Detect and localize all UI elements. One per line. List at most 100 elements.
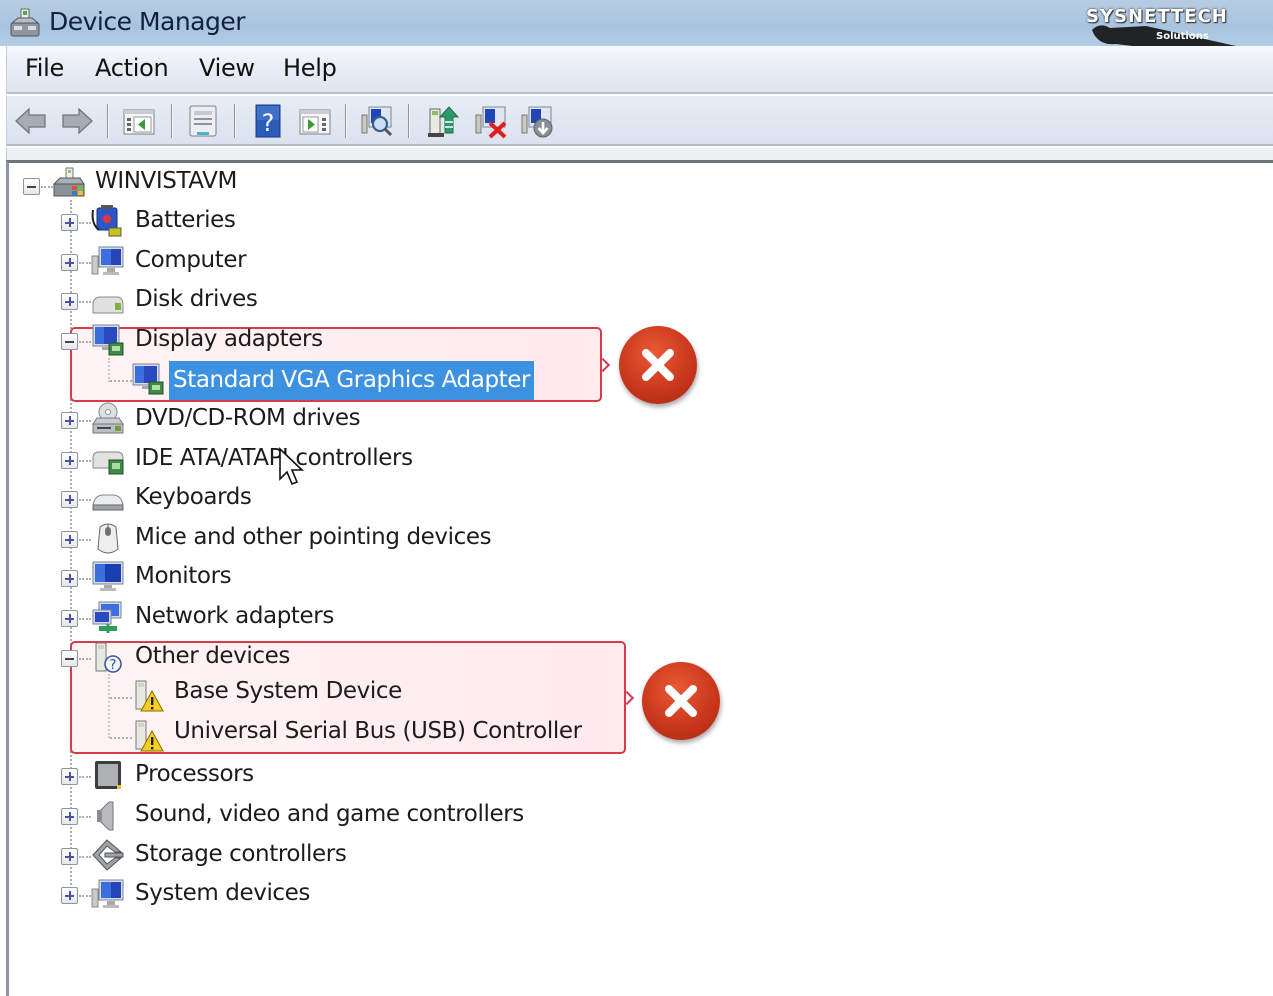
properties-button[interactable] [185, 103, 221, 139]
expand-toggle[interactable] [61, 531, 78, 548]
toolbar-separator [345, 104, 347, 138]
tree-connector-line [110, 737, 132, 739]
tree-label: Base System Device [174, 678, 402, 704]
back-arrow-icon [15, 107, 46, 135]
svg-text:?: ? [262, 109, 275, 137]
back-button[interactable] [13, 103, 49, 139]
tree-label: Mice and other pointing devices [135, 524, 492, 550]
expand-toggle[interactable] [61, 848, 78, 865]
collapse-toggle[interactable] [23, 178, 40, 195]
help-icon: ? [255, 104, 281, 138]
expand-toggle[interactable] [61, 768, 78, 785]
expand-toggle[interactable] [61, 491, 78, 508]
warning-device-icon [131, 719, 165, 753]
tree-label: Sound, video and game controllers [135, 801, 524, 827]
tree-connector-line [79, 895, 91, 897]
update-driver-icon [428, 106, 460, 137]
svg-text:?: ? [110, 658, 117, 673]
menu-action[interactable]: Action [91, 54, 172, 82]
title-bar: Device Manager SYSNETTECH Solutions [0, 0, 1273, 64]
tree-connector-line [110, 380, 132, 382]
menu-file[interactable]: File [21, 54, 68, 82]
error-x-icon [619, 326, 697, 404]
tree-connector-line [79, 301, 91, 303]
expand-toggle[interactable] [61, 610, 78, 627]
monitor-icon [91, 560, 125, 594]
tree-connector-line [79, 539, 91, 541]
watermark-sub: Solutions [1156, 31, 1209, 42]
dvd-drive-icon [91, 402, 125, 436]
tree-connector-line [79, 618, 91, 620]
tree-label: Keyboards [135, 484, 252, 510]
expand-toggle[interactable] [61, 452, 78, 469]
error-x-icon [642, 662, 720, 740]
disable-icon [521, 106, 553, 138]
battery-icon [91, 204, 125, 238]
tree-connector-line [79, 262, 91, 264]
tree-connector-line [79, 222, 91, 224]
expand-toggle[interactable] [61, 214, 78, 231]
unknown-device-icon: ? [91, 640, 125, 674]
show-hide-action-pane-button[interactable] [297, 103, 333, 139]
network-adapter-icon [91, 600, 125, 634]
tree-connector-line [79, 816, 91, 818]
tree-label: Display adapters [135, 326, 323, 352]
menu-help[interactable]: Help [279, 54, 341, 82]
expand-toggle[interactable] [61, 293, 78, 310]
tree-label: System devices [135, 880, 311, 906]
tree-label: IDE ATA/ATAPI controllers [135, 445, 413, 471]
tree-connector-line [79, 460, 91, 462]
tree-connector-line [79, 420, 91, 422]
tree-label: Batteries [135, 207, 236, 233]
tree-label: Other devices [135, 643, 290, 669]
disk-drive-icon [91, 283, 125, 317]
toolbar-separator [234, 104, 236, 138]
speaker-icon [91, 798, 125, 832]
show-hide-console-tree-button[interactable] [121, 103, 157, 139]
expand-toggle[interactable] [61, 808, 78, 825]
collapse-toggle[interactable] [61, 650, 78, 667]
computer-root-icon [52, 166, 86, 200]
menu-bar: File Action View Help [6, 46, 1273, 94]
watermark-name: SYSNETTECH [1086, 6, 1228, 27]
collapse-toggle[interactable] [61, 333, 78, 350]
tree-label: Monitors [135, 563, 232, 589]
warning-device-icon [131, 679, 165, 713]
expand-toggle[interactable] [61, 887, 78, 904]
tree-connector-line [110, 697, 132, 699]
menu-view[interactable]: View [195, 54, 259, 82]
help-button[interactable]: ? [249, 103, 285, 139]
scan-hardware-changes-button[interactable] [359, 103, 395, 139]
tree-label: WINVISTAVM [95, 168, 237, 194]
tree-label: Processors [135, 761, 254, 787]
expand-toggle[interactable] [61, 254, 78, 271]
device-manager-icon [8, 6, 42, 40]
expand-toggle[interactable] [61, 570, 78, 587]
window-title: Device Manager [49, 7, 246, 36]
tree-label: Disk drives [135, 286, 258, 312]
computer-icon [91, 244, 125, 278]
toolbar-separator [171, 104, 173, 138]
forward-arrow-icon [62, 107, 93, 135]
scan-hardware-icon [361, 106, 393, 137]
disable-button[interactable] [519, 103, 555, 139]
update-driver-button[interactable] [425, 103, 461, 139]
keyboard-icon [91, 481, 125, 515]
uninstall-icon [475, 106, 507, 139]
console-tree-icon [123, 109, 155, 135]
tree-label: Storage controllers [135, 841, 347, 867]
tree-connector-line [79, 776, 91, 778]
tree-label: Universal Serial Bus (USB) Controller [174, 718, 582, 744]
display-adapter-icon [131, 362, 165, 396]
properties-icon [189, 105, 217, 137]
expand-toggle[interactable] [61, 412, 78, 429]
toolbar: ? [6, 96, 1273, 146]
forward-button[interactable] [59, 103, 95, 139]
uninstall-button[interactable] [473, 103, 509, 139]
tree-connector-line [79, 578, 91, 580]
system-device-icon [91, 877, 125, 911]
display-adapter-icon [91, 323, 125, 357]
processor-icon [91, 758, 125, 792]
toolbar-separator [107, 104, 109, 138]
tree-connector-line [79, 499, 91, 501]
